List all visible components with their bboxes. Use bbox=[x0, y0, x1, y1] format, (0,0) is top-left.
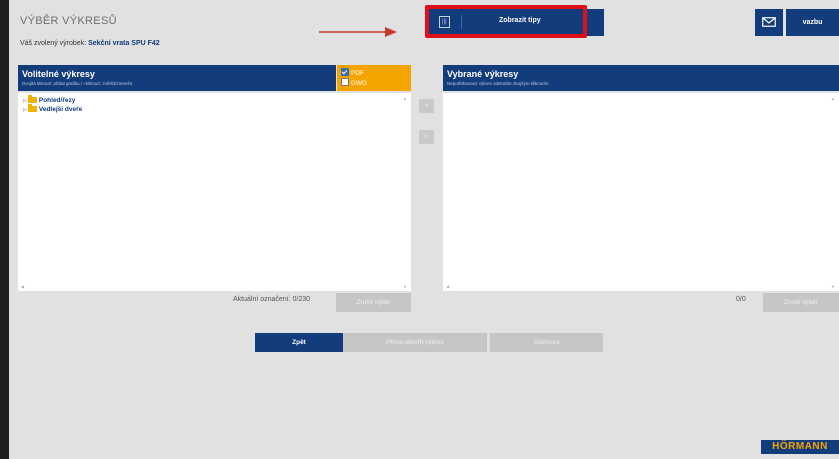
scroll-left-icon[interactable]: ◀ bbox=[446, 284, 449, 289]
tree-item-label: Pohled/řezy bbox=[38, 97, 76, 104]
mail-icon bbox=[762, 17, 776, 27]
selected-drawings-header: Vybrané výkresy Nepotřebovaný výkres ods… bbox=[443, 65, 839, 91]
selected-drawings-list[interactable]: ▲ ▼ ◀ bbox=[443, 93, 839, 291]
available-drawings-title: Volitelné výkresy bbox=[22, 69, 95, 79]
app-window: VÝBĚR VÝKRESŮ Váš zvolený výrobek: Sekčn… bbox=[0, 0, 839, 459]
annotation-arrow bbox=[319, 27, 397, 37]
expand-icon[interactable]: ▷ bbox=[23, 98, 27, 104]
pdf-checkbox[interactable] bbox=[341, 68, 349, 76]
remove-selected-button[interactable]: « bbox=[419, 130, 434, 144]
selected-clear-selection-button[interactable]: Zrušit výběr bbox=[763, 293, 839, 312]
selected-drawings-hint: Nepotřebovaný výkres odstraňte dvojitým … bbox=[447, 81, 549, 86]
scroll-down-icon[interactable]: ▼ bbox=[403, 284, 407, 289]
download-button[interactable]: Stáhnout bbox=[490, 333, 603, 352]
feedback-button[interactable]: vazbu bbox=[786, 9, 839, 36]
add-selected-button[interactable]: » bbox=[419, 99, 434, 113]
main-area: VÝBĚR VÝKRESŮ Váš zvolený výrobek: Sekčn… bbox=[9, 0, 839, 459]
product-line: Váš zvolený výrobek: Sekční vrata SPU F4… bbox=[20, 40, 160, 47]
tree-item-side-door[interactable]: ▷ Vedlejší dveře bbox=[23, 104, 83, 113]
available-drawings-header: Volitelné výkresy Dvojitá kliknutí: přid… bbox=[18, 65, 336, 91]
tree-item-label: Vedlejší dveře bbox=[38, 106, 83, 113]
annotation-highlight-box bbox=[425, 5, 587, 38]
dwg-option[interactable]: DWG bbox=[341, 78, 367, 87]
folder-icon bbox=[27, 95, 37, 103]
available-clear-selection-button[interactable]: Zrušit výběr bbox=[336, 293, 411, 312]
tree-item-views-sections[interactable]: ▷ Pohled/řezy bbox=[23, 95, 76, 104]
selected-counter: 0/0 bbox=[736, 296, 746, 303]
product-label: Váš zvolený výrobek: bbox=[20, 40, 87, 47]
product-value: Sekční vrata SPU F42 bbox=[88, 40, 160, 47]
available-drawings-hint: Dvojitá kliknutí: přidat grafiku / +klik… bbox=[22, 81, 132, 86]
hormann-logo: HÖRMANN bbox=[761, 440, 839, 454]
open-drawing-button[interactable]: Přímo otevřít výkres bbox=[343, 333, 487, 352]
dwg-checkbox[interactable] bbox=[341, 78, 349, 86]
scroll-down-icon[interactable]: ▼ bbox=[831, 284, 835, 289]
dwg-label: DWG bbox=[351, 80, 367, 87]
back-button[interactable]: Zpět bbox=[255, 333, 343, 352]
mail-button[interactable] bbox=[755, 9, 783, 36]
window-left-edge bbox=[0, 0, 9, 459]
page-title: VÝBĚR VÝKRESŮ bbox=[20, 15, 117, 27]
pdf-label: PDF bbox=[351, 70, 364, 77]
selected-drawings-title: Vybrané výkresy bbox=[447, 69, 519, 79]
expand-icon[interactable]: ▷ bbox=[23, 107, 27, 113]
pdf-option[interactable]: PDF bbox=[341, 68, 364, 77]
available-selection-counter: Aktuální označení: 0/230 bbox=[233, 296, 311, 303]
scroll-left-icon[interactable]: ◀ bbox=[21, 284, 24, 289]
scroll-up-icon[interactable]: ▲ bbox=[831, 96, 835, 101]
format-selector: PDF DWG bbox=[337, 65, 411, 91]
folder-icon bbox=[27, 104, 37, 112]
scroll-up-icon[interactable]: ▲ bbox=[403, 96, 407, 101]
available-drawings-list[interactable]: ▷ Pohled/řezy ▷ Vedlejší dveře ▲ ▼ ◀ bbox=[18, 93, 411, 291]
